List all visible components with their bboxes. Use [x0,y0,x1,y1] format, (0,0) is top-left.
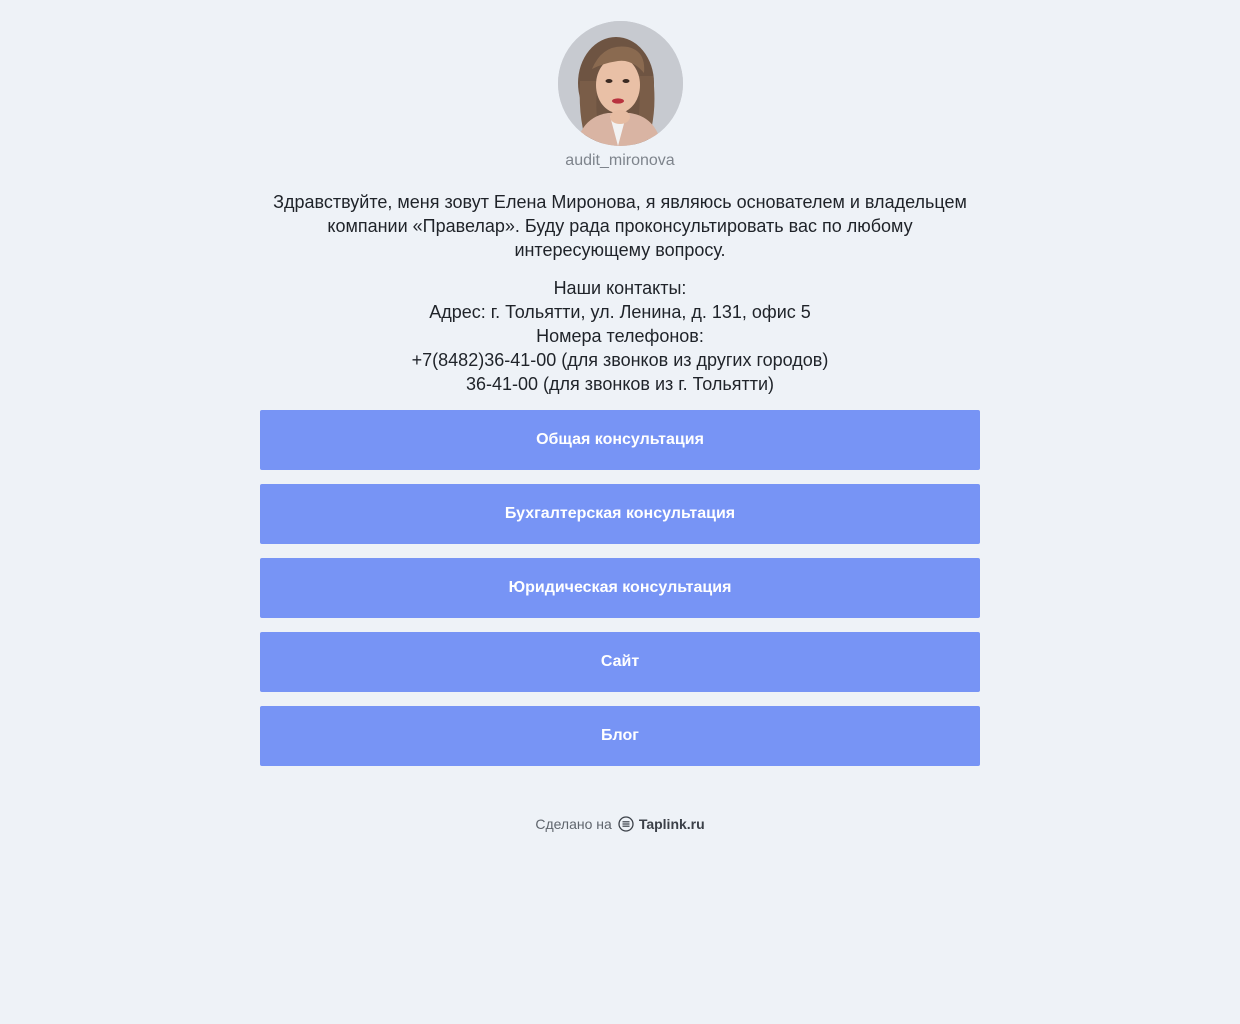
contacts-block: Наши контакты: Адрес: г. Тольятти, ул. Л… [260,276,980,396]
blog-button[interactable]: Блог [260,706,980,766]
footer-made-on: Сделано на [535,816,612,832]
legal-consultation-button[interactable]: Юридическая консультация [260,558,980,618]
general-consultation-button[interactable]: Общая консультация [260,410,980,470]
footer-brand-link[interactable]: Taplink.ru [639,816,705,832]
profile-page: audit_mironova Здравствуйте, меня зовут … [260,0,980,832]
contacts-phone-local: 36-41-00 (для звонков из г. Тольятти) [465,374,775,394]
contacts-phones-label: Номера телефонов: [536,326,704,346]
contacts-address: Адрес: г. Тольятти, ул. Ленина, д. 131, … [429,302,811,322]
link-buttons: Общая консультация Бухгалтерская консуль… [260,410,980,780]
profile-bio: Здравствуйте, меня зовут Елена Миронова,… [273,192,967,260]
accounting-consultation-button[interactable]: Бухгалтерская консультация [260,484,980,544]
taplink-logo-icon [618,816,634,832]
username: audit_mironova [565,152,675,169]
website-button[interactable]: Сайт [260,632,980,692]
contacts-phone-other-cities: +7(8482)36-41-00 (для звонков из других … [411,350,829,370]
contacts-heading: Наши контакты: [553,278,687,298]
avatar-portrait-image [557,21,683,146]
footer: Сделано на Taplink.ru [535,816,704,832]
avatar [557,21,683,146]
